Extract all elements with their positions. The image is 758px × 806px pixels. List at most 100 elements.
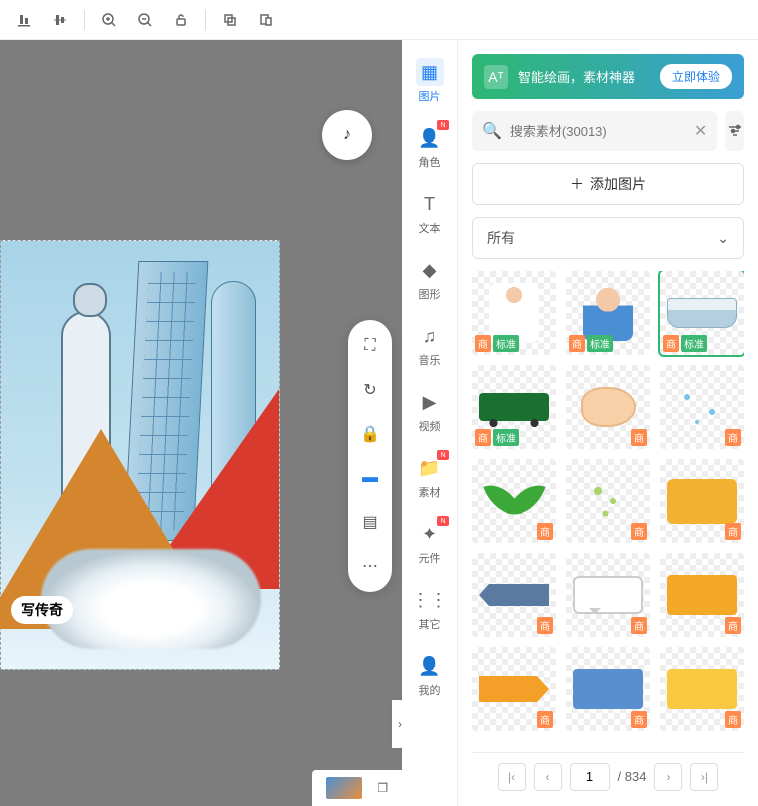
asset-tags: 商 [725,617,741,634]
music-icon: ♫ [416,322,444,350]
asset-tags: 商 [537,617,553,634]
shape-icon: ◆ [416,256,444,284]
sidebar-item-label: 其它 [419,616,441,632]
unlock-button[interactable] [165,4,197,36]
page-thumbnail[interactable] [326,777,362,799]
shop-tag: 商 [663,335,679,352]
shop-tag: 商 [475,335,491,352]
category-sidebar: ▦图片👤角色NT文本 ◆ 图形 ♫音乐▶视频📁素材N✦元件N⋮⋮其它👤我的 [402,40,458,806]
asset-preview [667,669,737,709]
standard-tag: 标准 [493,429,519,446]
asset-preview [573,669,643,709]
asset-item[interactable]: 商 [472,459,556,543]
asset-item[interactable]: 商 [472,553,556,637]
align-bottom-button[interactable] [8,4,40,36]
sidebar-item-video[interactable]: ▶视频 [402,378,457,444]
category-dropdown[interactable]: 所有 ⌄ [472,217,744,259]
zoom-in-button[interactable] [93,4,125,36]
new-badge: N [437,120,449,130]
top-toolbar [0,0,758,40]
sidebar-item-text[interactable]: T文本 [402,180,457,246]
sidebar-item-assets[interactable]: 📁素材N [402,444,457,510]
sidebar-item-label: 元件 [419,550,441,566]
search-box: 🔍 ✕ [472,111,717,151]
align-centerv-button[interactable] [44,4,76,36]
asset-item[interactable]: 商 [660,459,744,543]
sidebar-item-component[interactable]: ✦元件N [402,510,457,576]
shop-tag: 商 [725,523,741,540]
asset-tags: 商 [537,523,553,540]
sidebar-item-mine[interactable]: 👤我的 [402,642,457,708]
artwork-caption[interactable]: 写传奇 [11,596,73,624]
sidebar-item-label: 图形 [419,286,441,302]
page-input[interactable] [570,763,610,791]
page-next-button[interactable]: › [654,763,682,791]
artwork-frame[interactable]: 写传奇 [0,240,280,670]
copy-button[interactable] [214,4,246,36]
more-button[interactable]: ⋯ [356,552,384,580]
asset-item[interactable]: 商 [660,365,744,449]
rotate-button[interactable]: ↻ [356,376,384,404]
add-image-label: 添加图片 [590,174,646,194]
shop-tag: 商 [725,617,741,634]
asset-item[interactable]: 商 [660,647,744,731]
focus-button[interactable]: ⛶ [356,332,384,360]
asset-item[interactable]: 商 [660,553,744,637]
music-button[interactable]: ♪ [322,110,372,160]
add-image-button[interactable]: ＋ 添加图片 [472,163,744,205]
chevron-down-icon: ⌄ [717,230,729,247]
asset-preview [583,476,633,526]
lock-button[interactable]: 🔒 [356,420,384,448]
floating-tools: ⛶ ↻ 🔒 ▬ ▤ ⋯ › [348,320,392,592]
asset-tags: 商 [725,523,741,540]
page-last-button[interactable]: ›| [690,763,718,791]
zoom-out-button[interactable] [129,4,161,36]
page-prev-button[interactable]: ‹ [534,763,562,791]
asset-preview [581,387,636,427]
screen-button[interactable]: ▬ [356,464,384,492]
shop-tag: 商 [631,617,647,634]
sidebar-item-image[interactable]: ▦图片 [402,48,457,114]
asset-preview [489,283,539,343]
filter-button[interactable] [725,111,744,151]
sidebar-item-music[interactable]: ♫音乐 [402,312,457,378]
asset-item[interactable]: 商 [566,365,650,449]
search-icon: 🔍 [482,121,502,141]
shop-tag: 商 [631,711,647,728]
window-icon[interactable]: ❐ [377,781,388,795]
asset-item[interactable]: 商标准 [472,365,556,449]
asset-item[interactable]: 商标准 [566,271,650,355]
shop-tag: 商 [725,429,741,446]
asset-item[interactable]: 商 [472,647,556,731]
asset-tags: 商 [631,429,647,446]
shop-tag: 商 [631,429,647,446]
asset-preview [573,576,643,614]
asset-item[interactable]: 商标准 [472,271,556,355]
sidebar-item-shape[interactable]: ◆ 图形 [402,246,457,312]
canvas[interactable]: 写传奇 ♪ ⛶ ↻ 🔒 ▬ ▤ ⋯ › ❐ [0,40,402,806]
paste-button[interactable] [250,4,282,36]
search-input[interactable] [510,124,686,139]
asset-preview [677,382,727,432]
text-icon: T [416,190,444,218]
page-first-button[interactable]: |‹ [498,763,526,791]
asset-tags: 商 [725,711,741,728]
sidebar-item-role[interactable]: 👤角色N [402,114,457,180]
image-icon: ▦ [416,58,444,86]
search-row: 🔍 ✕ [472,111,744,151]
asset-item[interactable]: 商标准 [660,271,744,355]
expand-tab[interactable]: › [392,700,402,748]
artwork-cloud [41,549,261,649]
promo-cta-button[interactable]: 立即体验 [660,64,732,89]
separator [205,10,206,30]
asset-item[interactable]: 商 [566,647,650,731]
clear-search-button[interactable]: ✕ [694,121,707,141]
sidebar-item-other[interactable]: ⋮⋮其它 [402,576,457,642]
asset-item[interactable]: 商 [566,459,650,543]
promo-banner[interactable]: Aᵀ 智能绘画，素材神器 立即体验 [472,54,744,99]
shop-tag: 商 [569,335,585,352]
asset-item[interactable]: 商 [566,553,650,637]
shop-tag: 商 [725,711,741,728]
layers-button[interactable]: ▤ [356,508,384,536]
assets-grid: 商标准商标准商标准商标准商商商商商商商商商商商 [472,271,744,740]
